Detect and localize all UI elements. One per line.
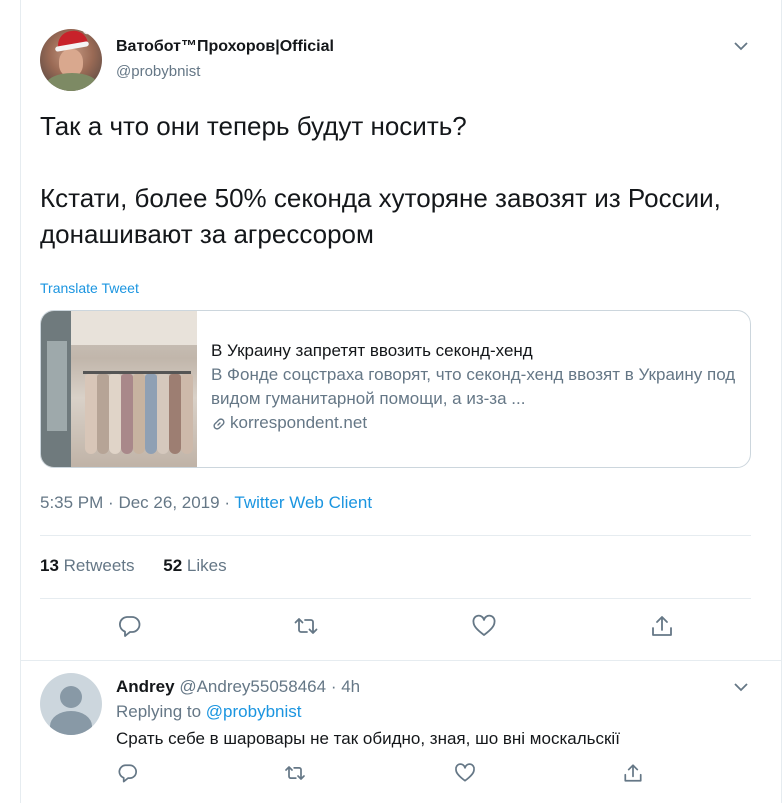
timeline-column: Ватобот™Прохоров|Official @probybnist Та… — [20, 0, 782, 803]
likes-stat[interactable]: 52 Likes — [163, 556, 226, 575]
reply-text: Срать себе в шаровары не так обидно, зна… — [116, 729, 620, 748]
replying-to-line: Replying to @probybnist — [116, 702, 302, 722]
like-icon[interactable] — [453, 761, 477, 785]
author-avatar[interactable] — [40, 29, 102, 91]
link-icon — [211, 415, 227, 431]
divider — [40, 535, 751, 536]
reply-avatar[interactable] — [40, 673, 102, 735]
reply-handle[interactable]: @Andrey55058464 — [179, 677, 326, 696]
tweet-text: Так а что они теперь будут носить? Кстат… — [40, 111, 721, 249]
reply-icon[interactable] — [116, 761, 140, 785]
replying-to-label: Replying to — [116, 702, 202, 721]
card-description: В Фонде соцстраха говорят, что секонд-хе… — [211, 365, 736, 408]
reply-header: Andrey @Andrey55058464 · 4h — [116, 677, 360, 697]
tweet-meta: 5:35 PM · Dec 26, 2019 · Twitter Web Cli… — [40, 493, 372, 513]
meta-separator: · — [330, 677, 337, 696]
reply-display-name[interactable]: Andrey — [116, 677, 175, 696]
tweet-stats: 13 Retweets 52 Likes — [40, 556, 251, 576]
card-thumbnail — [41, 311, 197, 467]
retweets-stat[interactable]: 13 Retweets — [40, 556, 135, 575]
card-domain-text: korrespondent.net — [230, 413, 368, 432]
reply-icon[interactable] — [116, 612, 144, 640]
author-handle[interactable]: @probybnist — [116, 63, 200, 80]
divider — [40, 598, 751, 599]
card-text: В Украину запретят ввозить секонд-хенд В… — [211, 339, 741, 435]
replying-to-handle[interactable]: @probybnist — [206, 702, 302, 721]
retweet-icon[interactable] — [283, 761, 307, 785]
chevron-down-icon[interactable] — [731, 677, 751, 697]
share-icon[interactable] — [621, 761, 645, 785]
card-domain: korrespondent.net — [211, 411, 741, 435]
tweet-time[interactable]: 5:35 PM — [40, 493, 103, 512]
meta-separator: · — [108, 493, 114, 512]
tweet-client-link[interactable]: Twitter Web Client — [234, 493, 372, 512]
card-title: В Украину запретят ввозить секонд-хенд — [211, 341, 533, 360]
tweet-date[interactable]: Dec 26, 2019 — [118, 493, 219, 512]
retweet-icon[interactable] — [292, 612, 320, 640]
main-tweet: Ватобот™Прохоров|Official @probybnist Та… — [21, 0, 781, 660]
like-icon[interactable] — [470, 612, 498, 640]
reply-actions — [21, 761, 781, 789]
tweet-actions — [21, 612, 781, 646]
author-display-name[interactable]: Ватобот™Прохоров|Official — [116, 38, 334, 56]
share-icon[interactable] — [648, 612, 676, 640]
meta-separator: · — [224, 493, 230, 512]
chevron-down-icon[interactable] — [731, 36, 751, 56]
translate-tweet-link[interactable]: Translate Tweet — [40, 280, 139, 296]
reply-tweet[interactable]: Andrey @Andrey55058464 · 4h Replying to … — [21, 660, 781, 803]
link-preview-card[interactable]: В Украину запретят ввозить секонд-хенд В… — [40, 310, 751, 468]
reply-time[interactable]: 4h — [341, 677, 360, 696]
